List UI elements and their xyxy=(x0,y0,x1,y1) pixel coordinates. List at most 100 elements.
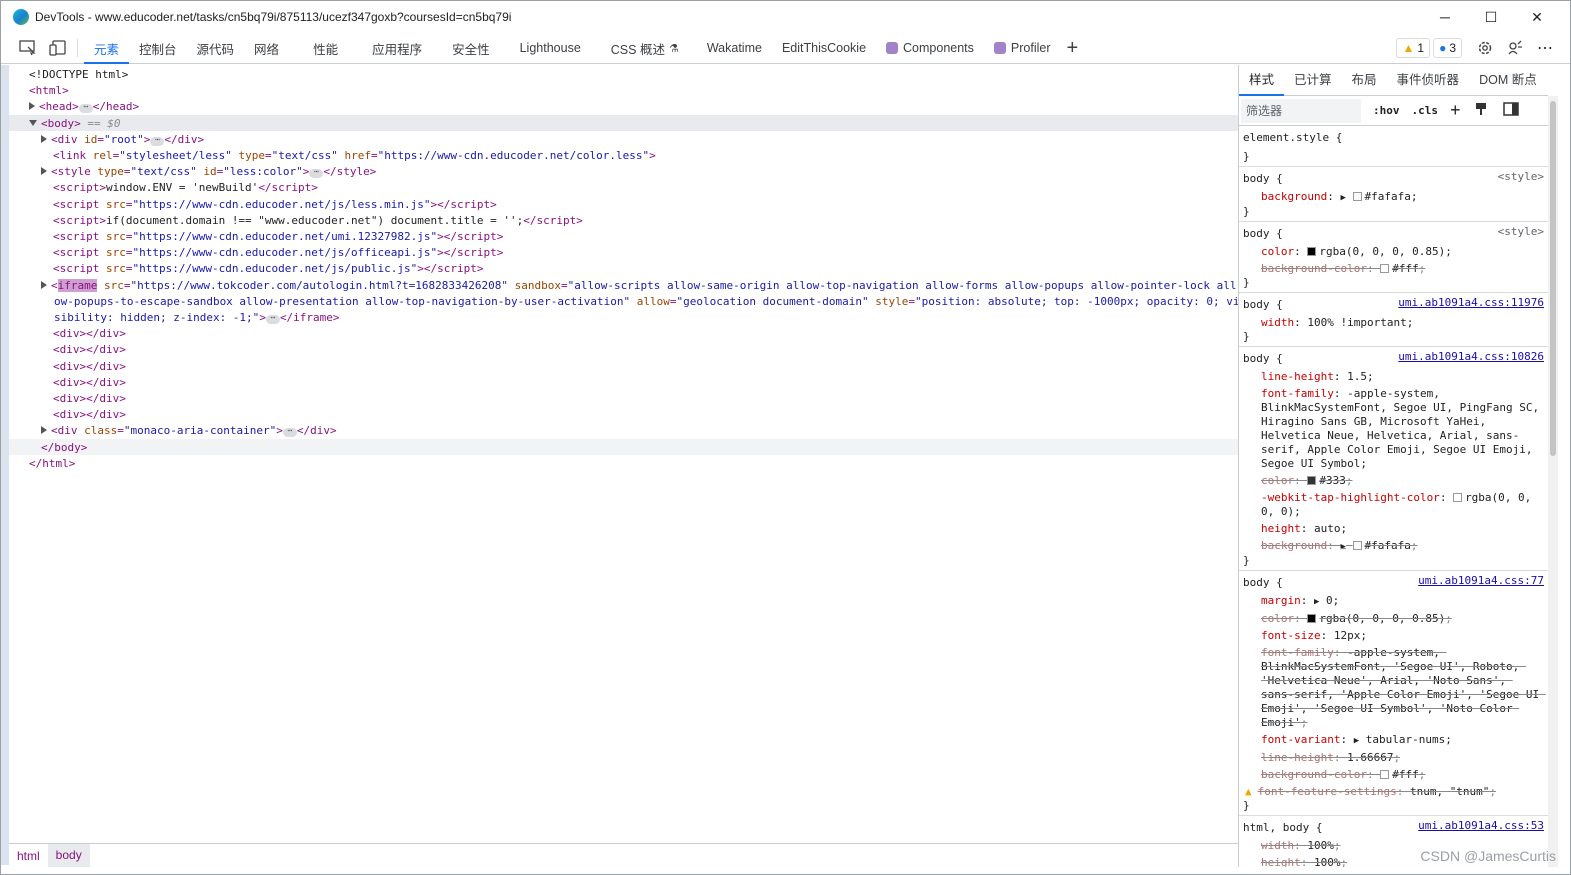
style-property[interactable]: margin: ▶ 0; xyxy=(1243,594,1544,609)
color-swatch-icon[interactable] xyxy=(1352,192,1362,201)
body-node-line[interactable]: <body> == $0 xyxy=(29,116,120,132)
style-property[interactable]: background: ▶ #fafafa; xyxy=(1243,190,1544,205)
color-swatch-icon[interactable] xyxy=(1352,541,1362,550)
color-swatch-icon[interactable] xyxy=(1453,493,1463,502)
toggle-sidebar-icon[interactable] xyxy=(1502,102,1519,119)
empty-div-line[interactable]: <div></div> xyxy=(53,407,126,423)
link-node-line[interactable]: <link rel="stylesheet/less" type="text/c… xyxy=(53,148,656,164)
rule-source-link[interactable]: umi.ab1091a4.css:11976 xyxy=(1398,296,1544,309)
rule-source-link[interactable]: <style> xyxy=(1498,225,1544,238)
tab-components[interactable]: Components xyxy=(876,33,984,64)
color-swatch-icon[interactable] xyxy=(1380,264,1390,273)
new-style-rule-icon[interactable]: + xyxy=(1450,100,1461,121)
tab-editthiscookie[interactable]: EditThisCookie xyxy=(772,33,876,64)
style-property[interactable]: line-height: 1.66667; xyxy=(1243,751,1544,765)
style-property[interactable]: font-size: 12px; xyxy=(1243,629,1544,643)
styles-scrollbar[interactable] xyxy=(1548,96,1558,867)
elements-tree-panel[interactable]: <!DOCTYPE html> <html> <head> ⋯ </head> <body… xyxy=(1,65,1238,841)
style-property[interactable]: width: 100% !important; xyxy=(1243,316,1544,330)
tab-wakatime[interactable]: Wakatime xyxy=(689,33,772,64)
style-property[interactable]: color: rgba(0, 0, 0, 0.85); xyxy=(1243,245,1544,259)
messages-badge[interactable]: ● 3 xyxy=(1433,38,1462,58)
script-node-line[interactable]: <script src="https://www-cdn.educoder.ne… xyxy=(53,229,503,245)
style-property[interactable]: color: rgba(0, 0, 0, 0.85); xyxy=(1243,612,1544,626)
tab-styles[interactable]: 样式 xyxy=(1239,65,1285,96)
tab-console[interactable]: 控制台 xyxy=(129,33,187,64)
body-close-line[interactable]: </body> xyxy=(41,440,87,456)
breadcrumb-html[interactable]: html xyxy=(9,849,48,863)
rule-source-link[interactable]: umi.ab1091a4.css:10826 xyxy=(1398,350,1544,363)
color-swatch-icon[interactable] xyxy=(1307,476,1317,485)
style-rule[interactable]: element.style {} xyxy=(1239,126,1548,167)
script-node-line[interactable]: <script src="https://www-cdn.educoder.ne… xyxy=(53,261,484,277)
style-property[interactable]: background: ▶ #fafafa; xyxy=(1243,539,1544,554)
iframe-node-line[interactable]: <iframe src="https://www.tokcoder.com/au… xyxy=(41,278,1237,294)
paint-brush-icon[interactable] xyxy=(1475,102,1487,119)
style-property[interactable]: color: #333; xyxy=(1243,474,1544,488)
empty-div-line[interactable]: <div></div> xyxy=(53,391,126,407)
tab-profiler[interactable]: Profiler xyxy=(984,33,1061,64)
head-node-line[interactable]: <head> ⋯ </head> xyxy=(29,99,139,115)
empty-div-line[interactable]: <div></div> xyxy=(53,326,126,342)
tab-lighthouse[interactable]: Lighthouse xyxy=(510,33,601,64)
style-property[interactable]: font-variant: ▶ tabular-nums; xyxy=(1243,733,1544,748)
style-rule[interactable]: body {umi.ab1091a4.css:10826 line-height:… xyxy=(1239,347,1548,571)
style-property[interactable]: font-family: -apple-system, BlinkMacSyst… xyxy=(1243,646,1544,730)
style-property[interactable]: line-height: 1.5; xyxy=(1243,370,1544,384)
script-node-line[interactable]: <script src="https://www-cdn.educoder.ne… xyxy=(53,245,503,261)
empty-div-line[interactable]: <div></div> xyxy=(53,342,126,358)
rule-source-link[interactable]: umi.ab1091a4.css:77 xyxy=(1418,574,1544,587)
iframe-node-line-end[interactable]: sibility: hidden; z-index: -1;"> ⋯ </ifram… xyxy=(54,310,340,326)
inspect-element-icon[interactable] xyxy=(15,35,41,61)
close-button[interactable]: ✕ xyxy=(1514,1,1560,33)
color-swatch-icon[interactable] xyxy=(1307,247,1317,256)
tab-css-overview[interactable]: CSS 概述 ⚗ xyxy=(601,33,689,64)
tab-sources[interactable]: 源代码 xyxy=(187,33,245,64)
style-rule[interactable]: body {umi.ab1091a4.css:77 margin: ▶ 0; col… xyxy=(1239,571,1548,816)
tab-layout[interactable]: 布局 xyxy=(1342,65,1387,96)
empty-div-line[interactable]: <div></div> xyxy=(53,359,126,375)
tab-elements[interactable]: 元素 xyxy=(84,33,130,64)
style-rule[interactable]: body {<style> color: rgba(0, 0, 0, 0.85);… xyxy=(1239,222,1548,293)
add-tab-button[interactable]: + xyxy=(1061,33,1085,64)
style-rule[interactable]: body {umi.ab1091a4.css:11976 width: 100% … xyxy=(1239,293,1548,347)
styles-scrollbar-thumb[interactable] xyxy=(1550,101,1556,456)
monaco-container-line[interactable]: <div class="monaco-aria-container"> ⋯ </di… xyxy=(41,423,337,439)
tab-dom-breakpoints[interactable]: DOM 断点 xyxy=(1469,65,1547,96)
tab-application[interactable]: 应用程序 xyxy=(362,33,442,64)
minimize-button[interactable]: ─ xyxy=(1422,1,1468,33)
style-property[interactable]: ▲ font-feature-settings: tnum, "tnum"; xyxy=(1243,785,1544,799)
tab-network[interactable]: 网络 xyxy=(244,33,303,64)
hov-toggle-button[interactable]: :hov xyxy=(1373,104,1400,117)
cls-toggle-button[interactable]: .cls xyxy=(1412,104,1439,117)
style-property[interactable]: background-color: #fff; xyxy=(1243,768,1544,782)
iframe-node-line-cont[interactable]: ow-popups-to-escape-sandbox allow-presen… xyxy=(54,294,1238,310)
styles-filter-input[interactable]: 筛选器 xyxy=(1241,98,1361,123)
empty-div-line[interactable]: <div></div> xyxy=(53,375,126,391)
style-property[interactable]: background-color: #fff; xyxy=(1243,262,1544,276)
script-node-line[interactable]: <script>if(document.domain !== "www.educ… xyxy=(53,213,583,229)
style-property[interactable]: height: auto; xyxy=(1243,522,1544,536)
color-swatch-icon[interactable] xyxy=(1307,614,1317,623)
device-toolbar-icon[interactable] xyxy=(45,35,71,61)
style-node-line[interactable]: <style type="text/css" id="less:color"> ⋯… xyxy=(41,164,376,180)
rule-source-link[interactable]: <style> xyxy=(1498,170,1544,183)
div-node-line[interactable]: <div id="root"> ⋯ </div> xyxy=(41,132,204,148)
breadcrumb-body[interactable]: body xyxy=(47,844,90,867)
tab-computed[interactable]: 已计算 xyxy=(1284,65,1342,96)
doctype-line[interactable]: <!DOCTYPE html> xyxy=(29,67,128,83)
style-rule[interactable]: body {<style> background: ▶ #fafafa;} xyxy=(1239,167,1548,222)
tab-security[interactable]: 安全性 xyxy=(442,33,510,64)
more-options-icon[interactable]: ⋯ xyxy=(1532,35,1558,61)
style-property[interactable]: -webkit-tap-highlight-color: rgba(0, 0, … xyxy=(1243,491,1544,519)
tab-event-listeners[interactable]: 事件侦听器 xyxy=(1387,65,1470,96)
tab-performance[interactable]: 性能 xyxy=(303,33,362,64)
html-open-line[interactable]: <html> xyxy=(29,83,69,99)
script-node-line[interactable]: <script>window.ENV = 'newBuild'</script> xyxy=(53,180,318,196)
html-close-line[interactable]: </html> xyxy=(29,456,75,472)
customize-connection-icon[interactable] xyxy=(1502,35,1528,61)
warnings-badge[interactable]: ▲ 1 xyxy=(1396,38,1431,58)
color-swatch-icon[interactable] xyxy=(1380,770,1390,779)
rule-source-link[interactable]: umi.ab1091a4.css:53 xyxy=(1418,819,1544,832)
script-node-line[interactable]: <script src="https://www-cdn.educoder.ne… xyxy=(53,197,497,213)
